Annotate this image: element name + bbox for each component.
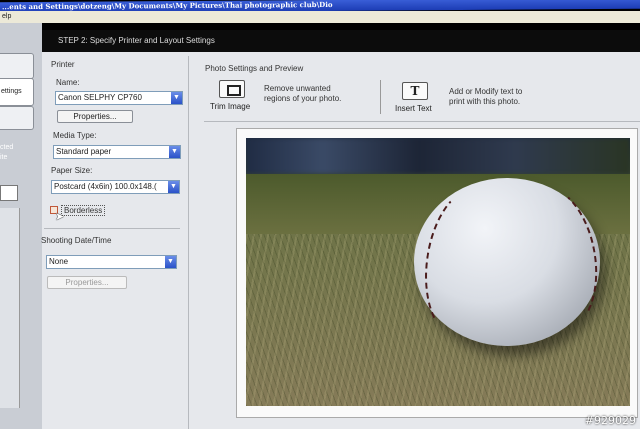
shooting-date-properties-button[interactable]: Properties... bbox=[47, 276, 127, 289]
photo-settings-section-label: Photo Settings and Preview bbox=[205, 64, 304, 73]
sidebar-input-box[interactable] bbox=[0, 185, 18, 201]
printer-section-label: Printer bbox=[51, 60, 75, 69]
menu-bar: elp bbox=[0, 11, 640, 23]
menu-help[interactable]: elp bbox=[2, 13, 11, 20]
left-sidebar: ettings cted ite bbox=[0, 23, 42, 429]
photo-background bbox=[246, 138, 630, 174]
chevron-down-icon[interactable]: ▼ bbox=[165, 256, 176, 268]
insert-text-desc-line-1: Add or Modify text to bbox=[449, 87, 523, 96]
sidebar-partial-text: cted ite bbox=[0, 143, 13, 163]
media-type-label: Media Type: bbox=[53, 131, 97, 140]
trim-image-description: Remove unwanted regions of your photo. bbox=[264, 84, 341, 104]
trim-desc-line-1: Remove unwanted bbox=[264, 84, 331, 93]
trim-desc-line-2: regions of your photo. bbox=[264, 94, 342, 103]
sidebar-partial-text-2: ite bbox=[0, 154, 8, 161]
baseball-image bbox=[414, 177, 609, 346]
window-title: ...ents and Settings\dotzeng\My Document… bbox=[2, 0, 333, 12]
borderless-label[interactable]: Borderless bbox=[61, 205, 106, 216]
chevron-down-icon[interactable]: ▼ bbox=[169, 146, 180, 158]
printer-name-label: Name: bbox=[56, 78, 80, 87]
sidebar-step-button-settings[interactable]: ettings bbox=[0, 78, 34, 106]
shooting-date-value: None bbox=[49, 257, 69, 266]
paper-size-select[interactable]: Postcard (4x6in) 100.0x148.( ▼ bbox=[51, 180, 180, 194]
toolbar-divider bbox=[204, 121, 640, 122]
mouse-cursor-icon: ➤ bbox=[55, 211, 65, 223]
panel-divider bbox=[188, 56, 189, 429]
chevron-down-icon[interactable]: ▼ bbox=[171, 92, 182, 104]
printer-name-value: Canon SELPHY CP760 bbox=[58, 93, 142, 102]
shooting-date-select[interactable]: None ▼ bbox=[46, 255, 177, 269]
photo-preview-image[interactable] bbox=[246, 138, 630, 406]
shooting-date-section-label: Shooting Date/Time bbox=[41, 236, 112, 245]
trim-image-icon[interactable] bbox=[219, 80, 245, 98]
insert-text-desc-line-2: print with this photo. bbox=[449, 97, 521, 106]
section-divider bbox=[44, 228, 180, 229]
media-type-select[interactable]: Standard paper ▼ bbox=[53, 145, 181, 159]
insert-text-icon[interactable]: T bbox=[402, 82, 428, 100]
paper-size-value: Postcard (4x6in) 100.0x148.( bbox=[54, 182, 157, 191]
media-type-value: Standard paper bbox=[56, 147, 112, 156]
printer-properties-button[interactable]: Properties... bbox=[57, 110, 133, 123]
chevron-down-icon[interactable]: ▼ bbox=[168, 181, 179, 193]
sidebar-step-button-1[interactable] bbox=[0, 53, 34, 79]
step-header: STEP 2: Specify Printer and Layout Setti… bbox=[42, 30, 640, 52]
sidebar-panel-strip bbox=[0, 208, 20, 408]
insert-text-label[interactable]: Insert Text bbox=[395, 104, 432, 113]
printer-name-select[interactable]: Canon SELPHY CP760 ▼ bbox=[55, 91, 183, 105]
sidebar-partial-text-1: cted bbox=[0, 144, 14, 151]
watermark-text: #929029 bbox=[584, 414, 636, 427]
sidebar-step-button-3[interactable] bbox=[0, 106, 34, 130]
trim-image-label[interactable]: Trim Image bbox=[210, 102, 250, 111]
toolbar-separator bbox=[380, 80, 381, 114]
paper-size-label: Paper Size: bbox=[51, 166, 93, 175]
insert-text-description: Add or Modify text to print with this ph… bbox=[449, 87, 522, 107]
